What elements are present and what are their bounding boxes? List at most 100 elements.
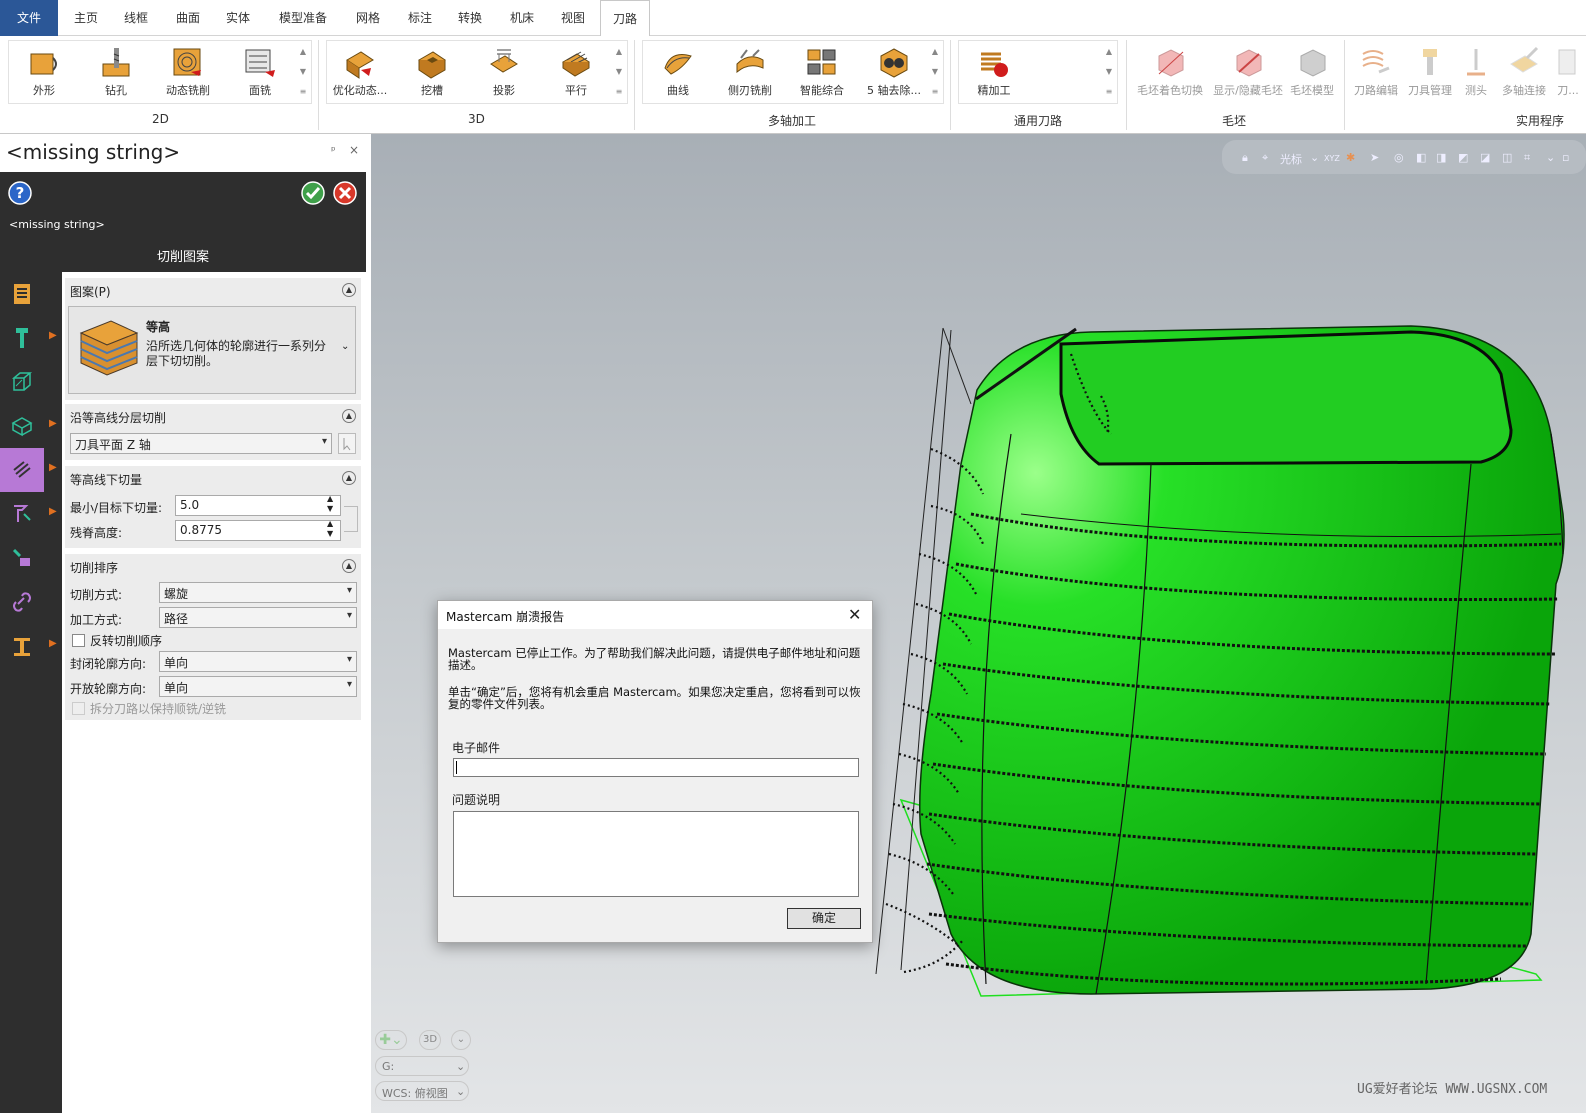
stepper-icon[interactable]: ▲ ▼ [327,519,333,539]
body-select-icon[interactable]: ◪ [1480,151,1490,164]
gallery-3d-scroll[interactable]: ▲ ▼ ≡ [613,42,625,102]
page-model-geometry[interactable]: ▶ [0,404,62,448]
collapse-icon[interactable]: ▲ [342,471,356,485]
pocket-button[interactable]: 挖槽 [400,44,464,102]
collapse-icon[interactable]: ▲ [342,559,356,573]
more-icon[interactable]: ▫ [1562,151,1569,164]
cut-method-select[interactable]: 螺旋 ▾ [159,582,357,603]
page-linking[interactable] [0,580,62,624]
pattern-card[interactable]: 等高 沿所选几何体的轮廓进行一系列分层下切切削。 ⌄ [68,306,356,394]
tab-surface[interactable]: 曲面 [166,0,210,36]
page-misc[interactable]: ▶ [0,624,62,668]
multiaxis-link-button[interactable]: 多轴连接 [1494,44,1554,102]
expand-arrow-icon[interactable]: ▶ [49,330,57,341]
utility-more-button[interactable]: 刀... [1548,44,1586,102]
scallop-height-input[interactable]: 0.8775 [175,520,341,541]
collapse-icon[interactable]: ▲ [342,409,356,423]
tab-home[interactable]: 主页 [64,0,108,36]
collapse-icon[interactable]: ▲ [342,283,356,297]
window-select-icon[interactable]: ⌗ [1524,151,1530,165]
stock-model-button[interactable]: 毛坯模型 [1282,44,1342,102]
gallery-general-scroll[interactable]: ▲ ▼ ≡ [1103,42,1115,102]
email-field[interactable] [453,758,859,777]
face-mill-button[interactable]: 面铣 [228,44,292,102]
chevron-down-icon[interactable]: ⌄ [1546,151,1555,164]
wcs-select[interactable]: WCS: 俯视图 ⌄ [375,1081,469,1101]
tab-machine[interactable]: 机床 [500,0,544,36]
gallery-multiaxis-scroll[interactable]: ▲ ▼ ≡ [929,42,941,102]
gview-select[interactable]: G: ⌄ [375,1056,469,1076]
finish-button[interactable]: 精加工 [962,44,1026,102]
page-tool-control[interactable]: ▶ [0,492,62,536]
expand-arrow-icon[interactable]: ▶ [49,418,57,429]
close-icon[interactable]: × [349,143,359,157]
expand-arrow-icon[interactable]: ▶ [49,506,57,517]
ok-icon[interactable] [300,180,326,206]
edge-select-icon[interactable]: ◩ [1458,151,1468,164]
vertex-select-icon[interactable]: ◫ [1502,151,1512,164]
add-icon[interactable]: ✚⌄ [375,1030,407,1050]
stock-display-button[interactable]: 显示/隐藏毛坯 [1210,44,1286,102]
unified-button[interactable]: 智能综合 [790,44,854,102]
5axis-remove-button[interactable]: 5 轴去除... [862,44,926,102]
tab-view[interactable]: 视图 [551,0,595,36]
expand-arrow-icon[interactable]: ▶ [49,462,57,473]
dynamic-mill-button[interactable]: 动态铣削 [156,44,220,102]
svg-text:?: ? [16,184,25,202]
drill-button[interactable]: 钻孔 [84,44,148,102]
expand-arrow-icon[interactable]: ▶ [49,638,57,649]
cursor-label[interactable]: 光标 [1280,151,1302,167]
tab-solid[interactable]: 实体 [216,0,260,36]
page-stock[interactable] [0,360,62,404]
face-select-icon[interactable]: ◨ [1436,151,1446,164]
tab-annotate[interactable]: 标注 [398,0,442,36]
ok-button[interactable]: 确定 [787,908,861,929]
pin-icon[interactable]: ᵖ [331,144,336,157]
select-direction-button[interactable] [338,433,356,454]
stepper-icon[interactable]: ▲ ▼ [327,494,333,514]
xyz-icon[interactable]: XYZ [1324,154,1340,163]
contour-button[interactable]: 外形 [12,44,76,102]
layer-axis-select[interactable]: 刀具平面 Z 轴 ▾ [70,433,332,454]
solid-select-icon[interactable]: ◧ [1416,151,1426,164]
chevron-down-icon[interactable]: ⌄ [1310,151,1319,164]
select-mode-icon[interactable]: ◎ [1394,151,1404,164]
page-toolpath-type[interactable] [0,272,62,316]
close-icon[interactable]: ✕ [848,605,861,624]
curve-button[interactable]: 曲线 [646,44,710,102]
swarf-button[interactable]: 侧刃铣削 [718,44,782,102]
lock-icon[interactable]: 🔒︎ [1242,151,1248,165]
tab-wireframe[interactable]: 线框 [114,0,158,36]
project-button[interactable]: 投影 [472,44,536,102]
tab-file[interactable]: 文件 [0,0,58,36]
cancel-icon[interactable] [332,180,358,206]
toolpath-edit-button[interactable]: 刀路编辑 [1348,44,1404,102]
page-tool[interactable]: ▶ [0,316,62,360]
stock-shade-button[interactable]: 毛坯着色切换 [1134,44,1206,102]
process-method-select[interactable]: 路径 ▾ [159,607,357,628]
pattern-description: 沿所选几何体的轮廓进行一系列分层下切切削。 [146,339,327,368]
select-icon[interactable]: ➤ [1370,151,1379,164]
help-icon[interactable]: ? [7,180,33,206]
snap-icon[interactable]: ✱ [1346,151,1355,164]
chevron-down-icon[interactable]: ⌄ [451,1030,471,1050]
parallel-button[interactable]: 平行 [544,44,608,102]
page-tool-axis[interactable] [0,536,62,580]
split-toolpath-checkbox[interactable] [72,702,85,715]
chevron-down-icon[interactable]: ⌄ [341,341,349,352]
tab-toolpaths[interactable]: 刀路 [600,0,650,37]
multiaxis-link-icon [1510,46,1539,73]
tab-transform[interactable]: 转换 [448,0,492,36]
tab-model-prep[interactable]: 模型准备 [270,0,336,36]
problem-textarea[interactable] [453,811,859,897]
tab-mesh[interactable]: 网格 [346,0,390,36]
reverse-order-checkbox[interactable] [72,634,85,647]
min-stepdown-input[interactable]: 5.0 [175,495,341,516]
open-direction-select[interactable]: 单向 ▾ [159,676,357,697]
cursor-icon[interactable]: ⌖ [1262,151,1268,165]
view-3d-button[interactable]: 3D [419,1030,441,1050]
gallery-2d-scroll[interactable]: ▲ ▼ ≡ [297,42,309,102]
closed-direction-select[interactable]: 单向 ▾ [159,651,357,672]
optirough-button[interactable]: 优化动态... [328,44,392,102]
page-cut-pattern[interactable]: ▶ [0,448,57,492]
